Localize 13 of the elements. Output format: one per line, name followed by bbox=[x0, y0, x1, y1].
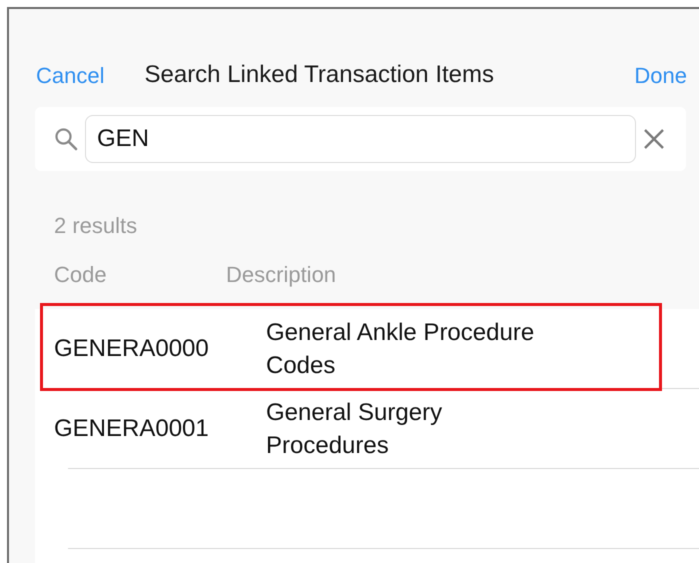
column-header: Code bbox=[54, 261, 108, 289]
code-cell-text: GENERA0000 bbox=[54, 334, 210, 364]
done-button[interactable]: Done bbox=[634, 58, 687, 92]
cancel-button[interactable]: Cancel bbox=[36, 58, 104, 92]
code-cell-text: GENERA0001 bbox=[54, 414, 210, 444]
dialog-title: Search Linked Transaction Items bbox=[144, 60, 494, 90]
column-header: Description bbox=[226, 261, 336, 289]
close-icon[interactable] bbox=[643, 128, 665, 150]
description-cell-text: General Ankle Procedure Codes bbox=[266, 318, 536, 380]
description-cell-text: General Surgery Procedures bbox=[266, 398, 444, 460]
search-field[interactable]: GEN bbox=[85, 115, 636, 163]
result-count: 2 results bbox=[54, 212, 138, 240]
search-icon bbox=[54, 127, 78, 151]
